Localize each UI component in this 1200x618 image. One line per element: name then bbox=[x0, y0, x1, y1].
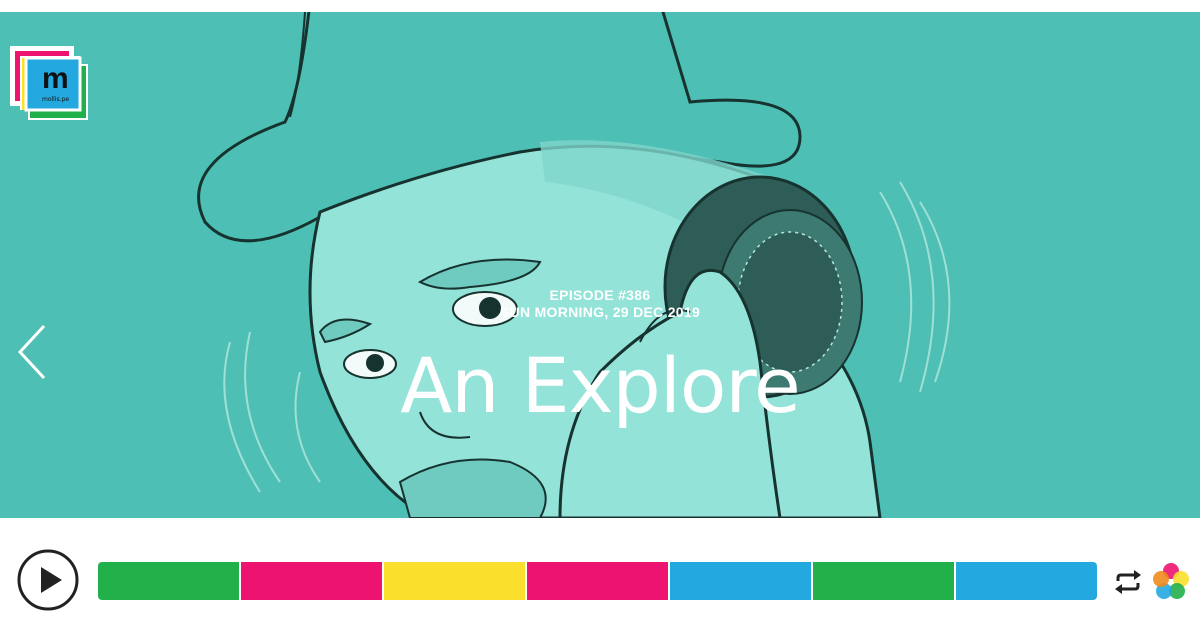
audio-player bbox=[0, 518, 1200, 618]
episode-date: SUN MORNING, 29 DEC 2019 bbox=[499, 304, 701, 320]
play-icon bbox=[17, 549, 79, 611]
logo-letter: m bbox=[42, 62, 69, 95]
site-logo[interactable]: m mollis.pe bbox=[8, 44, 100, 130]
progress-segment[interactable] bbox=[241, 562, 384, 600]
episode-title: An Explore bbox=[400, 341, 801, 430]
mixcloud-flower-icon bbox=[1153, 563, 1189, 599]
progress-segment[interactable] bbox=[956, 562, 1097, 600]
episode-number: EPISODE #386 bbox=[549, 287, 651, 303]
progress-segment[interactable] bbox=[813, 562, 956, 600]
play-button[interactable] bbox=[16, 548, 80, 612]
logo-subtext: mollis.pe bbox=[42, 96, 70, 103]
mixcloud-logo[interactable] bbox=[1152, 562, 1190, 600]
progress-segment[interactable] bbox=[384, 562, 527, 600]
repeat-icon bbox=[1115, 570, 1141, 594]
progress-segment[interactable] bbox=[527, 562, 670, 600]
progress-segment[interactable] bbox=[98, 562, 241, 600]
progress-segment[interactable] bbox=[670, 562, 813, 600]
episode-info: EPISODE #386 SUN MORNING, 29 DEC 2019 An… bbox=[0, 287, 1200, 431]
waveform-progress-bar[interactable] bbox=[98, 562, 1097, 600]
repeat-button[interactable] bbox=[1114, 570, 1142, 594]
illustration-portrait bbox=[197, 12, 951, 518]
hero-banner: m mollis.pe EPISODE #386 SUN MORNING, 29… bbox=[0, 12, 1200, 518]
